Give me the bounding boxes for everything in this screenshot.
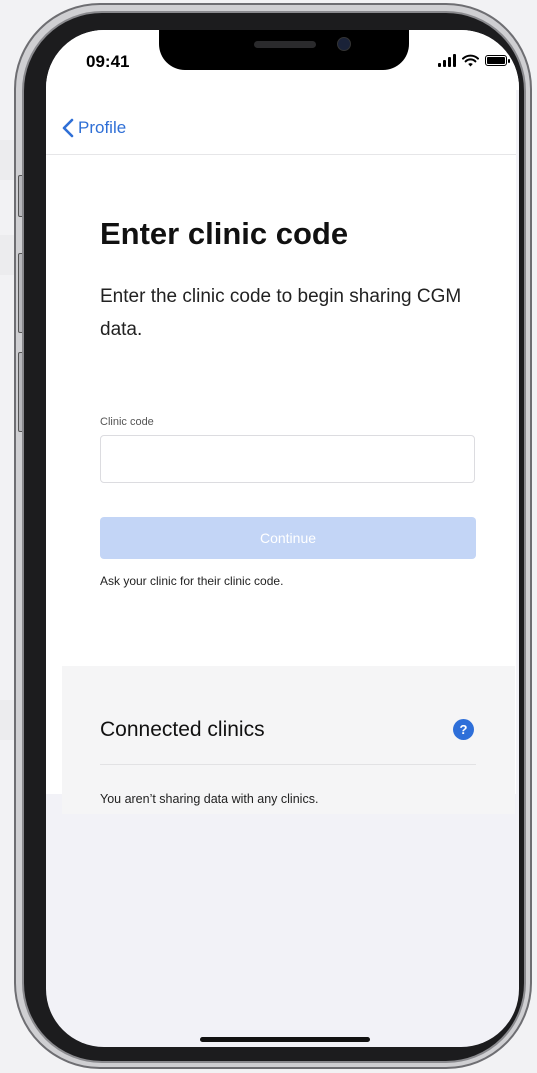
page-title: Enter clinic code — [100, 216, 349, 251]
back-button[interactable]: Profile — [62, 118, 126, 138]
connected-clinics-empty-text: You aren’t sharing data with any clinics… — [100, 792, 319, 806]
home-indicator[interactable] — [200, 1037, 370, 1042]
divider — [100, 764, 476, 765]
clinic-code-label: Clinic code — [100, 416, 154, 428]
clinic-code-page: Profile Enter clinic code Enter the clin… — [46, 90, 516, 814]
speaker-grille — [254, 41, 316, 48]
battery-icon — [485, 55, 510, 66]
clinic-code-input[interactable] — [100, 435, 475, 483]
wifi-icon — [462, 54, 479, 67]
phone-screen: 09:41 Profile Enter clinic code Enter th… — [46, 30, 519, 1047]
page-description: Enter the clinic code to begin sharing C… — [100, 286, 462, 340]
front-camera — [337, 37, 351, 51]
clinic-code-hint: Ask your clinic for their clinic code. — [100, 574, 284, 588]
status-icons — [438, 54, 510, 67]
back-label: Profile — [78, 118, 127, 137]
connected-clinics-title: Connected clinics — [100, 718, 265, 741]
status-time: 09:41 — [86, 52, 130, 71]
navigation-bar: Profile — [46, 90, 516, 155]
continue-button[interactable]: Continue — [100, 517, 476, 559]
chevron-left-icon — [62, 118, 74, 138]
cellular-signal-icon — [438, 54, 456, 67]
notch — [159, 30, 409, 70]
question-circle-icon[interactable]: ? — [453, 719, 474, 740]
connected-clinics-section: Connected clinics ? You aren’t sharing d… — [62, 666, 515, 814]
